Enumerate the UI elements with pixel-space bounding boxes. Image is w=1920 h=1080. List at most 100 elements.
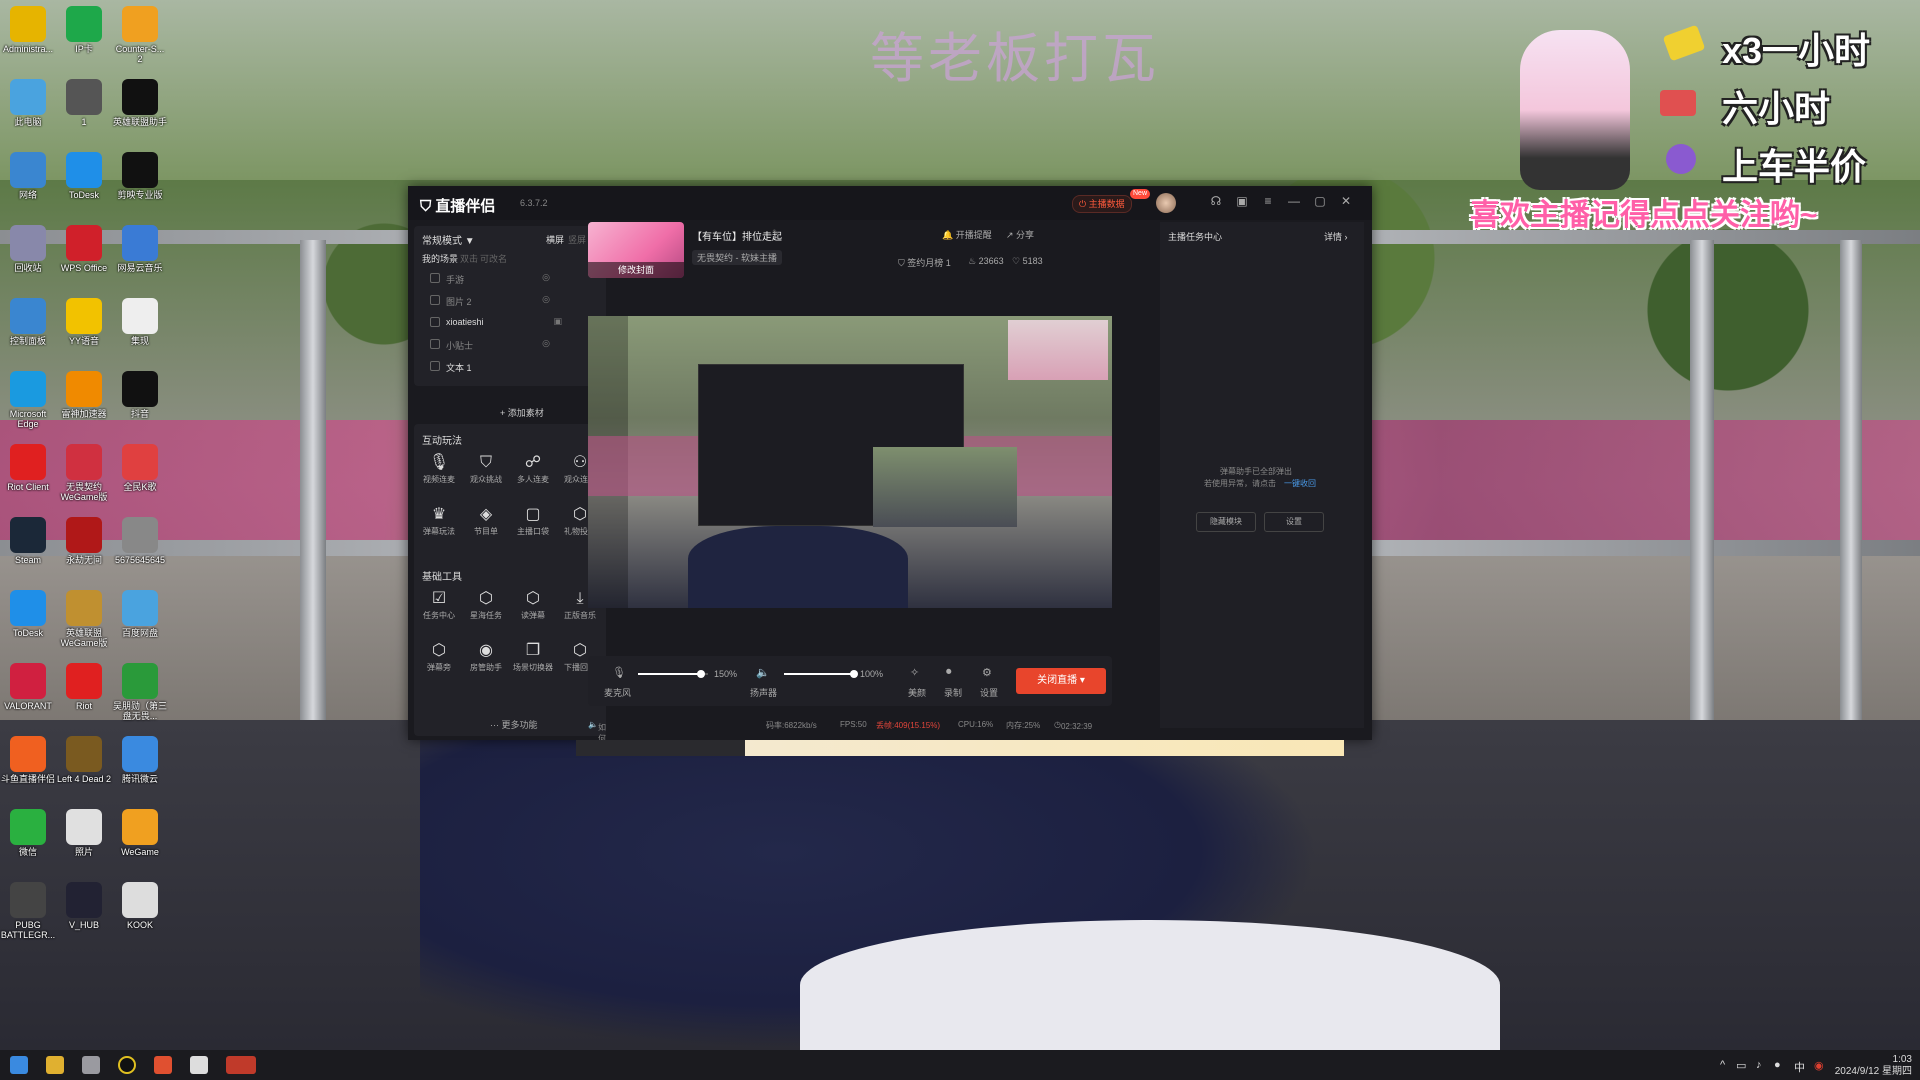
menu-icon[interactable]: ≡ [1260,194,1276,208]
desktop-icon[interactable]: 网易云音乐 [112,225,168,273]
mode-select[interactable]: 常规模式 ▼ [422,232,475,247]
maximize-icon[interactable]: ▢ [1312,194,1328,208]
desktop-icon[interactable]: 微信 [0,809,56,857]
close-live-button[interactable]: 关闭直播 ▾ [1016,668,1106,694]
eye-icon[interactable]: ◎ [542,272,550,283]
beauty-icon[interactable]: ✧ [910,666,919,679]
desktop-icon[interactable]: IP卡 [56,6,112,54]
stream-title[interactable]: 【有车位】排位走起 [692,228,782,243]
scene-checkbox[interactable] [430,295,440,305]
tool-button[interactable]: ◉ 房管助手 [463,640,509,673]
eye-icon[interactable]: ◎ [542,338,550,349]
network-icon[interactable]: ▭ [1736,1059,1746,1072]
desktop-icon[interactable]: V_HUB [56,882,112,930]
stream-preview[interactable] [588,316,1112,608]
feedback-icon[interactable]: ▣ [1234,194,1250,208]
scene-checkbox[interactable] [430,361,440,371]
settings-button[interactable]: 设置 [980,686,998,699]
scene-checkbox[interactable] [430,317,440,327]
add-material-button[interactable]: + 添加素材 [500,406,544,419]
desktop-icon[interactable]: Left 4 Dead 2 [56,736,112,784]
scene-item[interactable]: 小贴士 ◎ [424,334,600,354]
desktop-icon[interactable]: 网络 [0,152,56,200]
desktop-icon[interactable]: YY语音 [56,298,112,346]
desktop-icon[interactable]: 5675645645 [112,517,168,565]
desktop-icon[interactable]: ToDesk [56,152,112,200]
streamer-data-button[interactable]: ⏻ 主播数据 [1072,195,1132,213]
desktop-icon[interactable]: 控制面板 [0,298,56,346]
desktop-icon[interactable]: Administra... [0,6,56,54]
app-icon[interactable] [190,1056,208,1074]
headset-icon[interactable]: ☊ [1208,194,1224,208]
tool-button[interactable]: 🎙 视频连麦 [416,452,462,485]
tool-button[interactable]: ⬡ 星海任务 [463,588,509,621]
minimize-icon[interactable]: — [1286,194,1302,208]
tab-my-scenes[interactable]: 我的场景 [422,252,458,265]
tool-button[interactable]: ❐ 场景切换器 [510,640,556,673]
volume-icon[interactable]: ♪ [1756,1059,1762,1071]
hide-module-button[interactable]: 隐藏模块 [1196,512,1256,532]
app-icon[interactable] [154,1056,172,1074]
close-icon[interactable]: ✕ [1338,194,1354,208]
clock[interactable]: 1:03 2024/9/12 星期四 [1835,1054,1912,1078]
category-tag[interactable]: 无畏契约 - 软妹主播 [692,250,782,265]
share-button[interactable]: ↗ 分享 [1006,228,1034,241]
desktop-icon[interactable]: WPS Office [56,225,112,273]
panel-settings-button[interactable]: 设置 [1264,512,1324,532]
recall-link[interactable]: 一键收回 [1284,478,1316,489]
avatar[interactable] [1156,193,1176,213]
eye-icon[interactable]: ◎ [542,294,550,305]
tray-chevron-icon[interactable]: ^ [1720,1059,1725,1071]
desktop-icon[interactable]: 英雄联盟助手 [112,79,168,127]
live-app-icon[interactable] [226,1056,256,1074]
desktop-icon[interactable]: PUBG BATTLEGR... [0,882,56,940]
desktop-icon[interactable]: KOOK [112,882,168,930]
desktop-icon[interactable]: 抖音 [112,371,168,419]
desktop-icon[interactable]: VALORANT [0,663,56,711]
scene-item[interactable]: xioatieshi ▣ [424,312,600,332]
signed-rank[interactable]: ⛉ 签约月榜 1 [898,256,951,269]
desktop-icon[interactable]: 此电脑 [0,79,56,127]
desktop-icon[interactable]: 剪映专业版 [112,152,168,200]
scene-item[interactable]: 手游 ◎ [424,268,600,288]
tool-button[interactable]: ◈ 节目单 [463,504,509,537]
desktop-icon[interactable]: 永劫无间 [56,517,112,565]
scene-checkbox[interactable] [430,339,440,349]
desktop-icon[interactable]: 百度网盘 [112,590,168,638]
desktop-icon[interactable]: Steam [0,517,56,565]
slider-knob[interactable] [850,670,858,678]
task-center-details[interactable]: 详情 › [1324,230,1348,243]
beauty-button[interactable]: 美颜 [908,686,926,699]
desktop-icon[interactable]: 全民K歌 [112,444,168,492]
more-functions-button[interactable]: ··· 更多功能 [490,718,538,731]
help-link[interactable]: 🔈 如何快速上手直播伴侣? [588,720,606,740]
orient-vertical[interactable]: 竖屏 [568,233,586,246]
scene-checkbox[interactable] [430,273,440,283]
tool-button[interactable]: ☍ 多人连麦 [510,452,556,485]
desktop-icon[interactable]: Counter-S... 2 [112,6,168,64]
record-button[interactable]: 录制 [944,686,962,699]
tool-button[interactable]: ⬡ 读弹幕 [510,588,556,621]
scene-item[interactable]: 图片 2 ◎ [424,290,600,310]
edit-cover-button[interactable]: 修改封面 [588,262,684,278]
mic-tray-icon[interactable]: ● [1774,1059,1781,1071]
orient-horizontal[interactable]: 横屏 [546,233,564,246]
desktop-icon[interactable]: Riot Client [0,444,56,492]
desktop-icon[interactable]: WeGame [112,809,168,857]
start-icon[interactable] [10,1056,28,1074]
desktop-icon[interactable]: 集现 [112,298,168,346]
mic-icon[interactable]: 🎙 [612,666,626,679]
desktop-icon[interactable]: 斗鱼直播伴侣 [0,736,56,784]
tool-button[interactable]: ⬡ 弹幕旁 [416,640,462,673]
desktop-icon[interactable]: 英雄联盟 WeGame版 [56,590,112,648]
desktop-icon[interactable]: 无畏契约 WeGame版 [56,444,112,502]
desktop-icon[interactable]: 雷神加速器 [56,371,112,419]
speaker-icon[interactable]: 🔈 [756,666,770,679]
live-remind-button[interactable]: 🔔 开播提醒 [942,228,992,241]
lock-icon[interactable]: ▣ [553,316,562,327]
store-icon[interactable] [82,1056,100,1074]
tool-button[interactable]: ♛ 弹幕玩法 [416,504,462,537]
tool-button[interactable]: ☑ 任务中心 [416,588,462,621]
app-icon[interactable] [118,1056,136,1074]
desktop-icon[interactable]: 照片 [56,809,112,857]
